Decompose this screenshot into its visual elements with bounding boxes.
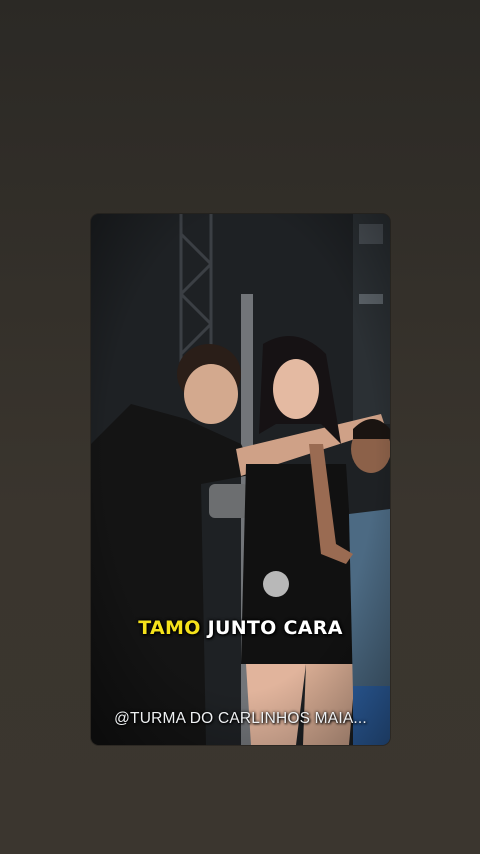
video-frame-image [91, 214, 390, 745]
caption-highlight-word: TAMO [138, 617, 201, 639]
video-caption: TAMO JUNTO CARA [91, 617, 390, 639]
caption-text: JUNTO CARA [207, 617, 343, 639]
watermark-text: @TURMA DO CARLINHOS MAIA... [114, 710, 367, 727]
story-video-frame[interactable]: TAMO JUNTO CARA @TURMA DO CARLINHOS MAIA… [91, 214, 390, 745]
